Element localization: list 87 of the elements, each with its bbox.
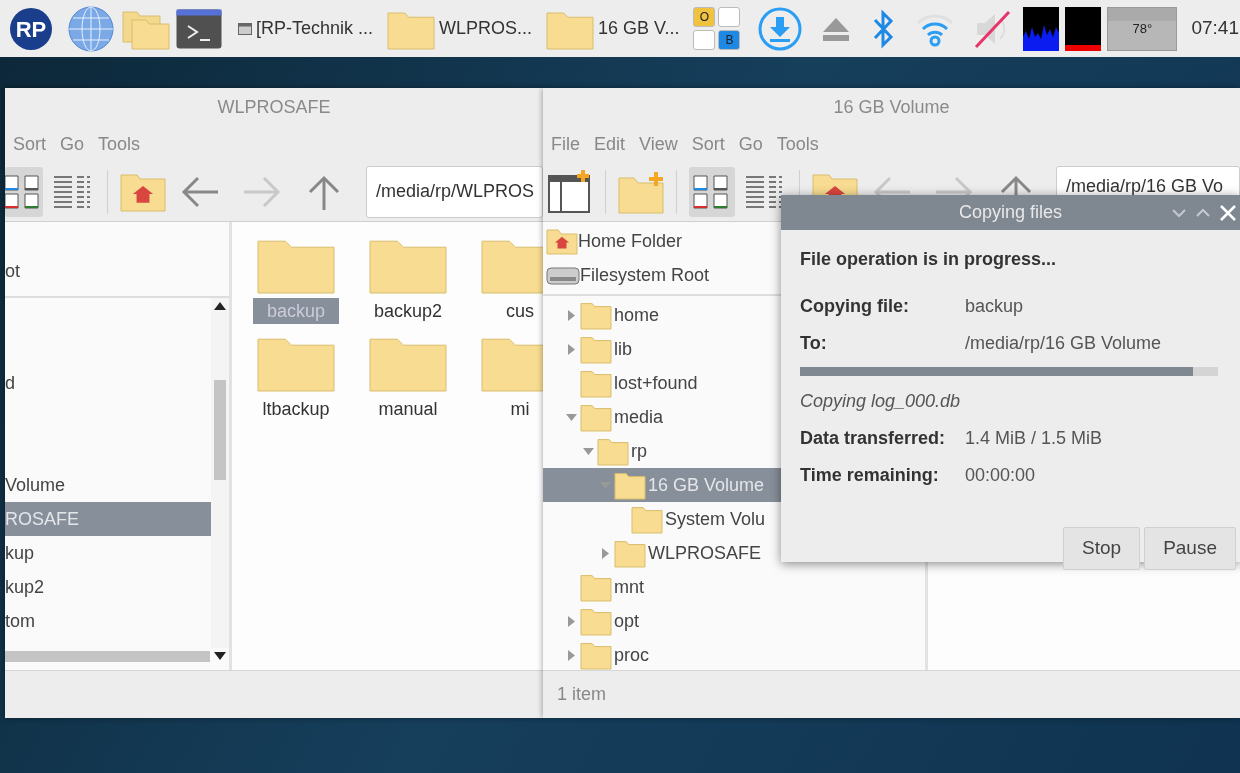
stat-label: Time remaining: [800,464,940,487]
list-view-icon[interactable] [744,173,784,210]
dialog-heading: File operation is in progress... [800,248,1058,271]
window-icon [238,22,252,35]
collapsed-triangle-icon[interactable] [600,547,611,559]
sidebar-place[interactable]: Filesystem Root [580,261,710,289]
sidebar-place[interactable]: Home Folder [578,227,683,255]
file-item-label[interactable]: cus [492,298,543,324]
file-item-label[interactable]: manual [364,396,452,422]
list-view-icon[interactable] [52,173,92,210]
tree-item[interactable]: lib [614,335,632,363]
field-value: backup [965,295,1025,318]
tree-item[interactable]: Volume [5,468,211,502]
terminal-icon[interactable] [176,8,222,49]
tree-item[interactable]: System Volu [665,505,766,533]
drive-icon [546,264,580,286]
view-button[interactable] [689,166,735,217]
globe-icon[interactable] [68,5,114,52]
tree-item[interactable]: tom [5,604,211,638]
collapsed-triangle-icon[interactable] [566,649,577,661]
taskbar-button[interactable]: 16 GB V... [540,3,686,54]
tree-item[interactable]: WLPROSAFE [648,539,762,567]
file-item-label[interactable]: backup2 [359,298,457,324]
tree-item[interactable]: kup [5,536,211,570]
temperature-monitor[interactable]: 78° [1107,6,1178,51]
collapsed-triangle-icon[interactable] [566,615,577,627]
taskbar-button[interactable]: WLPROS... [381,3,539,54]
window-title: WLPROSAFE [216,95,332,119]
view-button[interactable] [5,166,43,217]
scroll-down-icon[interactable] [214,652,226,660]
field-label: Copying file: [800,295,910,318]
folder-icon [580,572,612,602]
dialog-button[interactable]: Pause [1144,527,1236,570]
folder-icon [580,640,612,670]
tree-item[interactable]: kup2 [5,570,211,604]
scroll-up-icon[interactable] [214,302,226,310]
stat-value: 1.4 MiB / 1.5 MiB [965,427,1104,450]
collapsed-triangle-icon[interactable] [566,343,577,355]
folder-icon [580,300,612,330]
tree-item[interactable]: lost+found [614,369,698,397]
folder-icon [597,436,629,466]
expanded-triangle-icon[interactable] [566,411,577,423]
folder-icon [580,606,612,636]
folder-icon [580,334,612,364]
stat-label: Data transferred: [800,427,947,450]
folder-icon [614,470,646,500]
status-bar: 1 item [543,670,1240,718]
expanded-triangle-icon[interactable] [583,445,594,457]
tree-item[interactable]: d [5,366,211,400]
close-icon[interactable] [1220,204,1236,221]
muted-speaker-icon[interactable] [973,8,1012,49]
tree-item[interactable]: media [614,403,664,431]
sidebar-place[interactable]: ot [5,254,229,288]
path-field[interactable]: /media/rp/WLPROS [366,165,543,218]
tree-item[interactable]: opt [614,607,640,635]
stat-value: 00:00:00 [965,464,1037,487]
field-label: To: [800,332,828,355]
download-icon[interactable] [757,5,804,52]
folder-icon [614,538,646,568]
taskbar-button[interactable]: [RP-Technik ... [232,3,380,54]
minimize-icon[interactable] [1172,207,1186,218]
new-folder-icon [618,169,664,214]
tree-item[interactable]: mnt [614,573,644,601]
memory-graph-icon[interactable] [1065,6,1102,51]
keyboard-indicator[interactable]: O B [693,7,741,50]
clock[interactable]: 07:41 [1191,14,1239,43]
home-folder-icon[interactable] [546,227,578,255]
logo-icon[interactable]: RP [10,7,52,50]
current-file: Copying log_000.db [800,390,962,413]
file-item-label[interactable]: mi [496,396,543,422]
vertical-scrollbar[interactable] [211,298,229,648]
maximize-icon[interactable] [1196,207,1210,218]
horizontal-scrollbar[interactable] [5,648,229,664]
scrollbar-thumb[interactable] [214,380,226,480]
field-value: /media/rp/16 GB Volume [965,332,1163,355]
cpu-graph-icon[interactable] [1023,6,1060,51]
tree-item[interactable]: proc [614,641,649,669]
dialog-button[interactable]: Stop [1063,527,1141,570]
folder-icon [631,504,663,534]
new-window-icon [547,169,593,214]
collapsed-triangle-icon[interactable] [566,309,577,321]
file-item-label[interactable]: ltbackup [248,396,344,422]
folder-icon [580,402,612,432]
folder-icon [580,368,612,398]
tree-item[interactable]: rp [631,437,647,465]
window-title: 16 GB Volume [832,95,951,119]
tree-item[interactable]: home [614,301,660,329]
